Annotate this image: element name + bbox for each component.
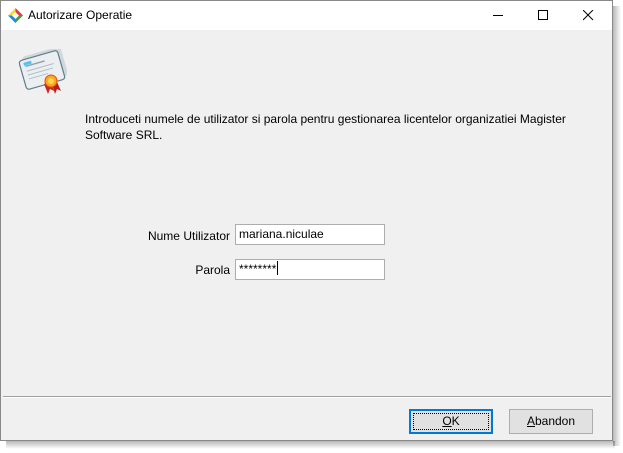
focus-rectangle — [413, 413, 489, 430]
window-title: Autorizare Operatie — [28, 8, 133, 22]
certificate-icon — [17, 46, 68, 95]
minimize-button[interactable] — [476, 1, 521, 30]
minimize-icon — [493, 15, 503, 16]
window-shadow-bottom — [6, 441, 615, 449]
title-bar[interactable]: Autorizare Operatie — [1, 1, 612, 30]
maximize-button[interactable] — [521, 1, 566, 30]
instruction-message: Introduceti numele de utilizator si paro… — [85, 112, 566, 142]
username-input[interactable]: mariana.niculae — [235, 224, 385, 245]
text-caret — [277, 261, 279, 275]
username-value: mariana.niculae — [239, 227, 324, 241]
close-icon — [583, 10, 594, 21]
abandon-button-label: bandon — [534, 414, 576, 428]
abandon-button[interactable]: Abandon — [509, 409, 593, 434]
dialog-window: Autorizare Operatie Introduceti numele d… — [0, 0, 613, 441]
password-value: ******** — [239, 262, 277, 276]
password-input[interactable]: ******** — [235, 259, 385, 280]
app-logo-icon — [8, 8, 23, 23]
password-label: Parola — [195, 263, 230, 277]
footer-separator-highlight — [3, 397, 611, 398]
abandon-button-mnemonic: A — [526, 414, 535, 428]
maximize-icon — [538, 10, 548, 20]
close-button[interactable] — [566, 1, 611, 30]
username-label: Nume Utilizator — [147, 229, 230, 243]
window-shadow-right — [613, 6, 621, 446]
ok-button[interactable]: OK — [409, 409, 493, 434]
